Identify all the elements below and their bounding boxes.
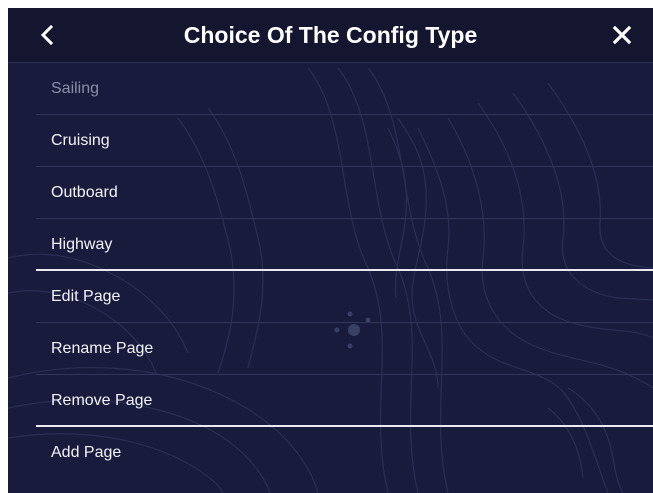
menu-item-remove-page[interactable]: Remove Page — [8, 375, 653, 427]
chevron-left-icon — [40, 24, 54, 46]
back-button[interactable] — [30, 19, 66, 51]
menu-item-add-page[interactable]: Add Page — [8, 427, 653, 479]
config-type-menu: Sailing Cruising Outboard Highway Edit P… — [8, 63, 653, 479]
menu-item-label: Sailing — [51, 80, 100, 97]
close-icon — [612, 25, 632, 45]
menu-item-label: Remove Page — [51, 392, 153, 409]
menu-item-label: Edit Page — [51, 288, 121, 305]
menu-item-label: Outboard — [51, 184, 118, 201]
menu-item-label: Cruising — [51, 132, 110, 149]
dialog-title: Choice Of The Config Type — [183, 22, 478, 48]
dialog-header: Choice Of The Config Type — [8, 8, 653, 63]
close-button[interactable] — [604, 19, 640, 51]
menu-item-cruising[interactable]: Cruising — [8, 115, 653, 167]
menu-item-highway[interactable]: Highway — [8, 219, 653, 271]
menu-item-rename-page[interactable]: Rename Page — [8, 323, 653, 375]
menu-item-outboard[interactable]: Outboard — [8, 167, 653, 219]
menu-item-label: Highway — [51, 236, 113, 253]
menu-item-sailing[interactable]: Sailing — [8, 63, 653, 115]
menu-item-label: Add Page — [51, 444, 122, 461]
menu-item-edit-page[interactable]: Edit Page — [8, 271, 653, 323]
config-type-dialog: Choice Of The Config Type Sailing Cruisi… — [8, 8, 653, 493]
menu-item-label: Rename Page — [51, 340, 154, 357]
window: Choice Of The Config Type Sailing Cruisi… — [0, 0, 653, 493]
